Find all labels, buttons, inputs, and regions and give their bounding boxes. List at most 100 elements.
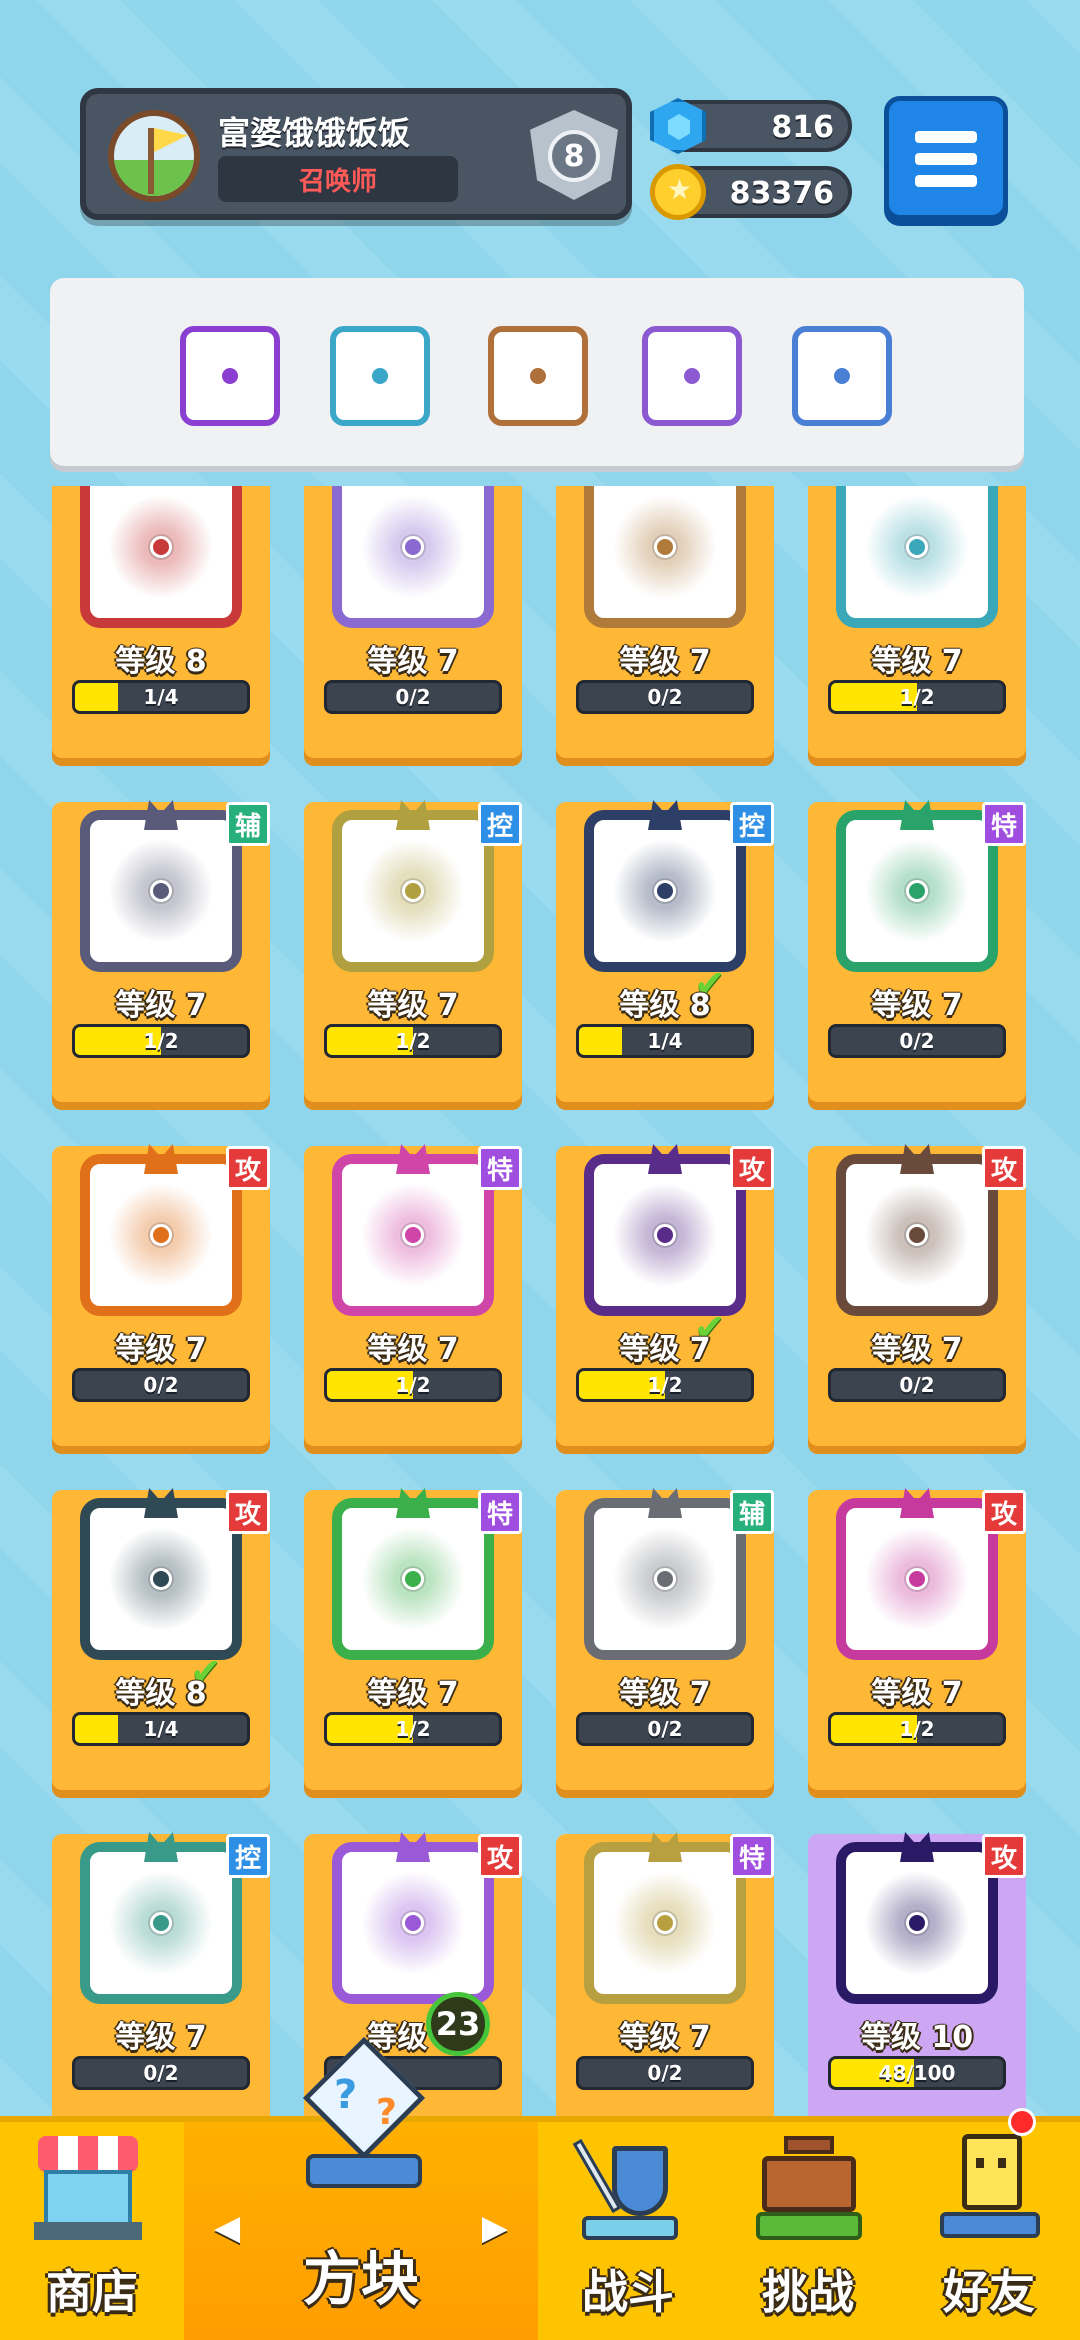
upgrade-progress-text: 1/2 <box>899 685 935 709</box>
upgrade-progress-bar: 0/2 <box>828 1024 1006 1058</box>
upgrade-progress-text: 1/2 <box>395 1029 431 1053</box>
cube-core-icon <box>654 1568 676 1590</box>
cube-core-icon <box>150 1224 172 1246</box>
cube-type-tag: 辅 <box>730 1490 774 1534</box>
cube-core-icon <box>402 1224 424 1246</box>
deck-slot-1[interactable] <box>180 326 280 426</box>
cube-frame <box>332 810 494 972</box>
cube-type-tag: 攻 <box>982 1490 1026 1534</box>
flag-icon <box>154 128 188 152</box>
cube-card[interactable]: 特等级 7 0/2 <box>808 800 1026 1102</box>
nav-challenge-label: 挑战 <box>762 2265 854 2319</box>
player-title-badge: 召唤师 <box>218 156 458 202</box>
cube-frame <box>332 1154 494 1316</box>
cube-core-icon <box>150 1912 172 1934</box>
cracked-orb-icon <box>684 368 700 384</box>
coin-amount: 83376 <box>729 176 834 211</box>
upgrade-progress-bar: 0/2 <box>576 2056 754 2090</box>
cube-card[interactable]: 攻 ✔ 等级 7 1/2 <box>556 1144 774 1446</box>
cube-type-tag: 攻 <box>478 1834 522 1878</box>
upgrade-progress-text: 0/2 <box>647 685 683 709</box>
hamburger-icon <box>915 131 977 143</box>
dragon-crest-icon <box>648 1144 682 1174</box>
upgrade-progress-text: 0/2 <box>647 2061 683 2085</box>
wooden-sign-icon <box>756 2136 862 2246</box>
menu-button[interactable] <box>884 96 1008 220</box>
cube-type-tag: 辅 <box>226 802 270 846</box>
cube-type-tag: 攻 <box>226 1490 270 1534</box>
coin-counter[interactable]: 83376 <box>650 164 852 220</box>
cube-card[interactable]: 特等级 7 1/2 <box>304 1488 522 1790</box>
cube-card[interactable]: 攻等级 7 0/2 <box>52 1144 270 1446</box>
cube-card[interactable]: 控等级 7 0/2 <box>52 1832 270 2116</box>
cube-level: 等级 8 <box>115 1676 207 1711</box>
cube-type-tag: 特 <box>982 802 1026 846</box>
cube-card[interactable]: 辅等级 7 1/2 <box>52 800 270 1102</box>
nav-cubes[interactable]: ◀ ? ? ▶ 方块 <box>184 2036 538 2340</box>
dragon-crest-icon <box>396 1144 430 1174</box>
cube-frame <box>80 810 242 972</box>
upgrade-progress-text: 0/2 <box>143 1373 179 1397</box>
cube-type-tag: 攻 <box>226 1146 270 1190</box>
player-avatar[interactable] <box>108 110 200 202</box>
cube-collection-grid[interactable]: 等级 8 1/4 等级 7 0/2 等级 7 0/2 等级 7 1/2 辅等级 7 1/2 控等级 … <box>0 486 1080 2116</box>
cube-frame <box>80 1154 242 1316</box>
cube-card[interactable]: 等级 7 0/2 <box>304 486 522 758</box>
cube-card[interactable]: 辅等级 7 0/2 <box>556 1488 774 1790</box>
nav-challenge[interactable]: 挑战 <box>718 2122 898 2340</box>
deck-slot-3[interactable] <box>488 326 588 426</box>
cube-card[interactable]: 攻等级 10 48/100 <box>808 1832 1026 2116</box>
deck-slot-5[interactable] <box>792 326 892 426</box>
cube-card[interactable]: 特等级 7 1/2 <box>304 1144 522 1446</box>
player-profile-panel[interactable]: 富婆饿饿饭饭 召唤师 8 <box>80 88 632 220</box>
cube-core-icon <box>150 1568 172 1590</box>
nav-battle[interactable]: 战斗 <box>538 2122 718 2340</box>
upgrade-progress-bar: 1/2 <box>576 1368 754 1402</box>
cube-level: 等级 7 <box>115 1332 207 1367</box>
dragon-crest-icon <box>144 800 178 830</box>
upgrade-progress-bar: 1/4 <box>72 1712 250 1746</box>
cube-core-icon <box>402 1912 424 1934</box>
upgrade-progress-text: 0/2 <box>395 685 431 709</box>
cube-level: 等级 7 <box>871 644 963 679</box>
rank-shield-icon[interactable]: 8 <box>530 110 618 200</box>
upgrade-progress-text: 1/2 <box>395 1373 431 1397</box>
dragon-crest-icon <box>144 1488 178 1518</box>
nav-shop[interactable]: 商店 <box>0 2122 184 2340</box>
cube-core-icon <box>402 1568 424 1590</box>
cube-frame <box>836 486 998 628</box>
gem-counter[interactable]: 816 <box>650 98 852 154</box>
dragon-crest-icon <box>396 1488 430 1518</box>
dragon-crest-icon <box>396 800 430 830</box>
cube-type-tag: 控 <box>226 1834 270 1878</box>
cube-core-icon <box>906 1912 928 1934</box>
cube-card[interactable]: 攻 ✔ 等级 8 1/4 <box>52 1488 270 1790</box>
cube-frame <box>584 810 746 972</box>
cube-card[interactable]: 等级 7 1/2 <box>808 486 1026 758</box>
cube-level: 等级 7 <box>619 1332 711 1367</box>
deck-slot-2[interactable] <box>330 326 430 426</box>
upgrade-progress-bar: 1/4 <box>72 680 250 714</box>
cube-core-icon <box>906 1568 928 1590</box>
cube-core-icon <box>654 1912 676 1934</box>
cube-card[interactable]: 等级 7 0/2 <box>556 486 774 758</box>
nav-battle-label: 战斗 <box>582 2265 674 2319</box>
cube-card[interactable]: 特等级 7 0/2 <box>556 1832 774 2116</box>
cube-core-icon <box>906 880 928 902</box>
cube-card[interactable]: 攻等级 7 1/2 <box>808 1488 1026 1790</box>
cube-frame <box>836 1842 998 2004</box>
cube-type-tag: 特 <box>478 1490 522 1534</box>
cube-count-badge: 23 <box>426 1992 490 2056</box>
cube-frame <box>80 1842 242 2004</box>
dragon-crest-icon <box>648 1488 682 1518</box>
cube-level: 等级 7 <box>367 1676 459 1711</box>
equipped-deck-panel <box>50 278 1024 466</box>
nav-cubes-label: 方块 <box>302 2245 419 2313</box>
cube-card[interactable]: 控等级 7 1/2 <box>304 800 522 1102</box>
nav-friends[interactable]: 好友 <box>898 2122 1080 2340</box>
cube-card[interactable]: 攻等级 7 0/2 <box>808 1144 1026 1446</box>
cube-card[interactable]: 控 ✔ 等级 8 1/4 <box>556 800 774 1102</box>
cube-core-icon <box>654 1224 676 1246</box>
deck-slot-4[interactable] <box>642 326 742 426</box>
cube-card[interactable]: 等级 8 1/4 <box>52 486 270 758</box>
